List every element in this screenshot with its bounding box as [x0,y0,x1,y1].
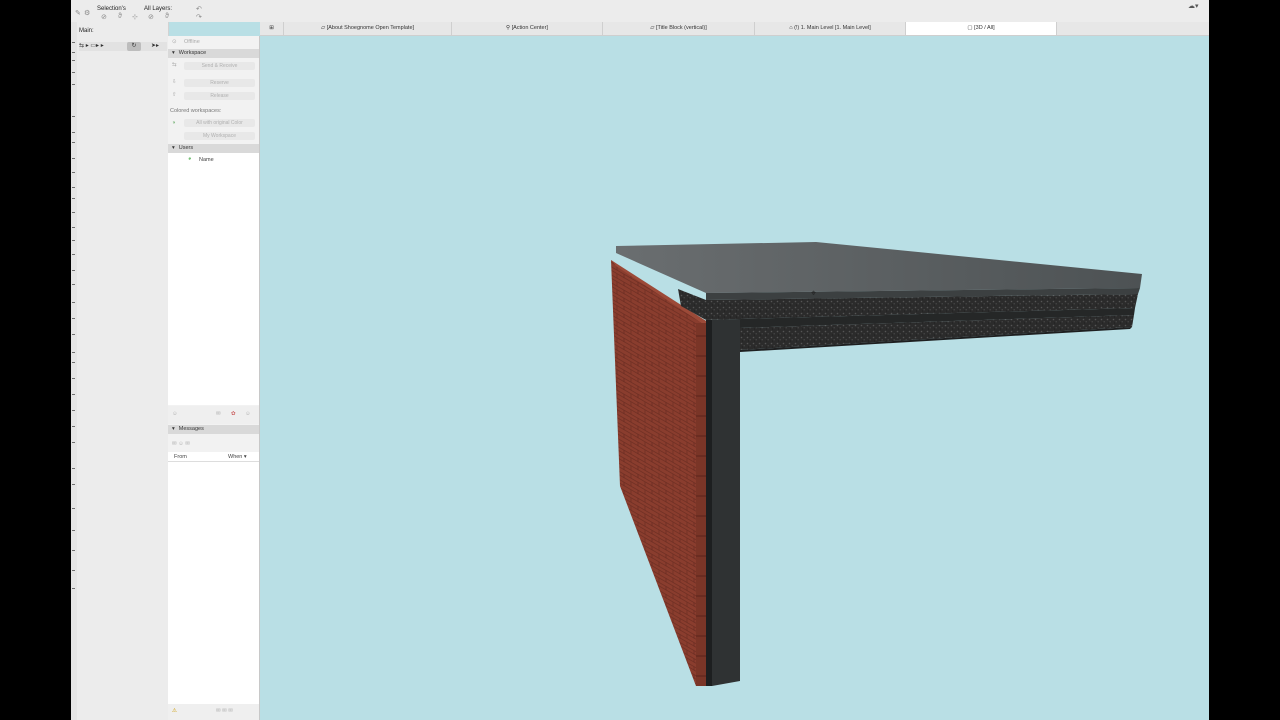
color-icon[interactable]: ✿ [231,411,236,417]
inbox-icon[interactable]: ✉ [216,411,221,417]
cursor-icon: ⌖ [811,289,816,299]
teamwork-palette: ⊙ Offline ▾ Workspace ⇆ Send & Receive ⇩ … [168,36,260,720]
arrow-toolbar: ⇆ ▸ ▭▸ ▸ ↻ ➤▸ [79,42,167,51]
toolbox: Main: ⇆ ▸ ▭▸ ▸ ↻ ➤▸ [71,22,169,720]
selection-eye-icon[interactable]: ⊘ [101,13,107,21]
messages-list[interactable]: From When ▾ [168,452,259,704]
release-icon: ⇧ [172,92,177,98]
tab-label: [3D / All] [974,25,995,31]
color-mode-select[interactable]: All with original Color [184,119,255,127]
redo-icon[interactable]: ↷ [196,13,202,21]
messages-header-row: From When ▾ [168,452,259,462]
messages-when-column[interactable]: When ▾ [228,454,247,460]
new-message-icon[interactable]: ✉ ☺ ✉ [172,441,190,447]
arrow-tool-icon[interactable]: ⚙ [84,9,90,17]
color-mode-icon: ◑ [172,120,176,126]
selection-lock-icon[interactable]: ϑ [118,13,122,20]
status-icon: ⊙ [172,39,177,45]
compose-icon[interactable]: ✉ ✉ ✉ [216,708,233,714]
tab-action-center[interactable]: ⚲ [Action Center] [452,22,603,35]
info-box-toolbar: Selection's ✎ ⚙ ⊘ ϑ ⊹ All Layers: ⊘ ϑ ↶ … [71,0,1209,22]
warning-icon[interactable]: ⚠ [172,708,177,714]
layers-label: All Layers: [144,6,173,12]
view-tabs: ⊞ ▱ [About Shoegnome Open Template] ⚲ [A… [260,22,1209,36]
tab-main-level[interactable]: ⌂ (!) 1. Main Level [1. Main Level] [755,22,906,35]
disclosure-icon: ▾ [172,50,175,56]
user-color-icon: ◕ [188,156,192,162]
tab-label: [Title Block (vertical)] [655,25,707,31]
tab-label: (!) 1. Main Level [1. Main Level] [794,25,871,31]
disclosure-icon: ▾ [172,426,175,432]
toolbox-strip [71,22,77,720]
reserve-icon: ⇩ [172,79,177,85]
archicad-window: Selection's ✎ ⚙ ⊘ ϑ ⊹ All Layers: ⊘ ϑ ↶ … [71,0,1209,720]
selections-label: Selection's [97,6,126,12]
disclosure-icon: ▾ [172,145,175,151]
tab-overview[interactable]: ⊞ [260,22,284,35]
3d-viewport[interactable]: ⌖ [260,36,1209,720]
workspace-header-label: Workspace [178,50,207,56]
tab-title-block[interactable]: ▱ [Title Block (vertical)] [603,22,755,35]
layer-visibility-icon[interactable]: ⊘ [148,13,154,21]
send-receive-button[interactable]: Send & Receive [184,62,255,70]
users-toolbar: ☺ ✉ ✿ ☺ [168,406,259,424]
window-menu-icon[interactable]: ☁▾ [1188,2,1199,10]
selection-marquee-icon[interactable]: ⊹ [132,13,138,21]
tab-label: [About Shoegnome Open Template] [326,25,415,31]
messages-header-label: Messages [178,426,204,432]
3d-model: ⌖ [611,242,1142,686]
workspace-header[interactable]: ▾ Workspace [168,49,259,58]
brick-wall[interactable] [611,260,709,686]
pointer-icon[interactable]: ➤▸ [151,42,159,51]
teamwork-status: Offline [184,39,200,45]
users-list[interactable]: ◕ Name [168,153,259,405]
tab-label: [Action Center] [511,25,548,31]
colored-workspaces-label: Colored workspaces: [170,108,222,114]
tool-settings-icon[interactable]: ✎ [75,9,81,17]
users-name-column[interactable]: Name [199,157,214,163]
marquee-icon[interactable]: ⇆ ▸ ▭▸ ▸ [79,43,104,49]
rotate-icon[interactable]: ↻ [127,42,141,51]
release-button[interactable]: Release [184,92,255,100]
tab-3d[interactable]: ▢ [3D / All] [906,22,1057,35]
user-icon[interactable]: ☺ [172,411,178,417]
my-workspace-button[interactable]: My Workspace [184,132,255,140]
reserve-button[interactable]: Reserve [184,79,255,87]
undo-icon[interactable]: ↶ [196,5,202,13]
main-label: Main: [79,28,94,34]
user-settings-icon[interactable]: ☺ [245,411,251,417]
messages-toolbar: ⚠ ✉ ✉ ✉ [168,704,259,720]
layer-lock-icon[interactable]: ϑ [165,13,169,20]
wall-core[interactable] [706,320,740,686]
users-header[interactable]: ▾ Users [168,144,259,153]
grid-icon: ⊞ [269,25,274,31]
messages-from-column[interactable]: From [174,454,187,460]
tab-about[interactable]: ▱ [About Shoegnome Open Template] [284,22,452,35]
messages-header[interactable]: ▾ Messages [168,425,259,434]
users-header-label: Users [178,145,194,151]
send-receive-icon: ⇆ [172,62,177,68]
